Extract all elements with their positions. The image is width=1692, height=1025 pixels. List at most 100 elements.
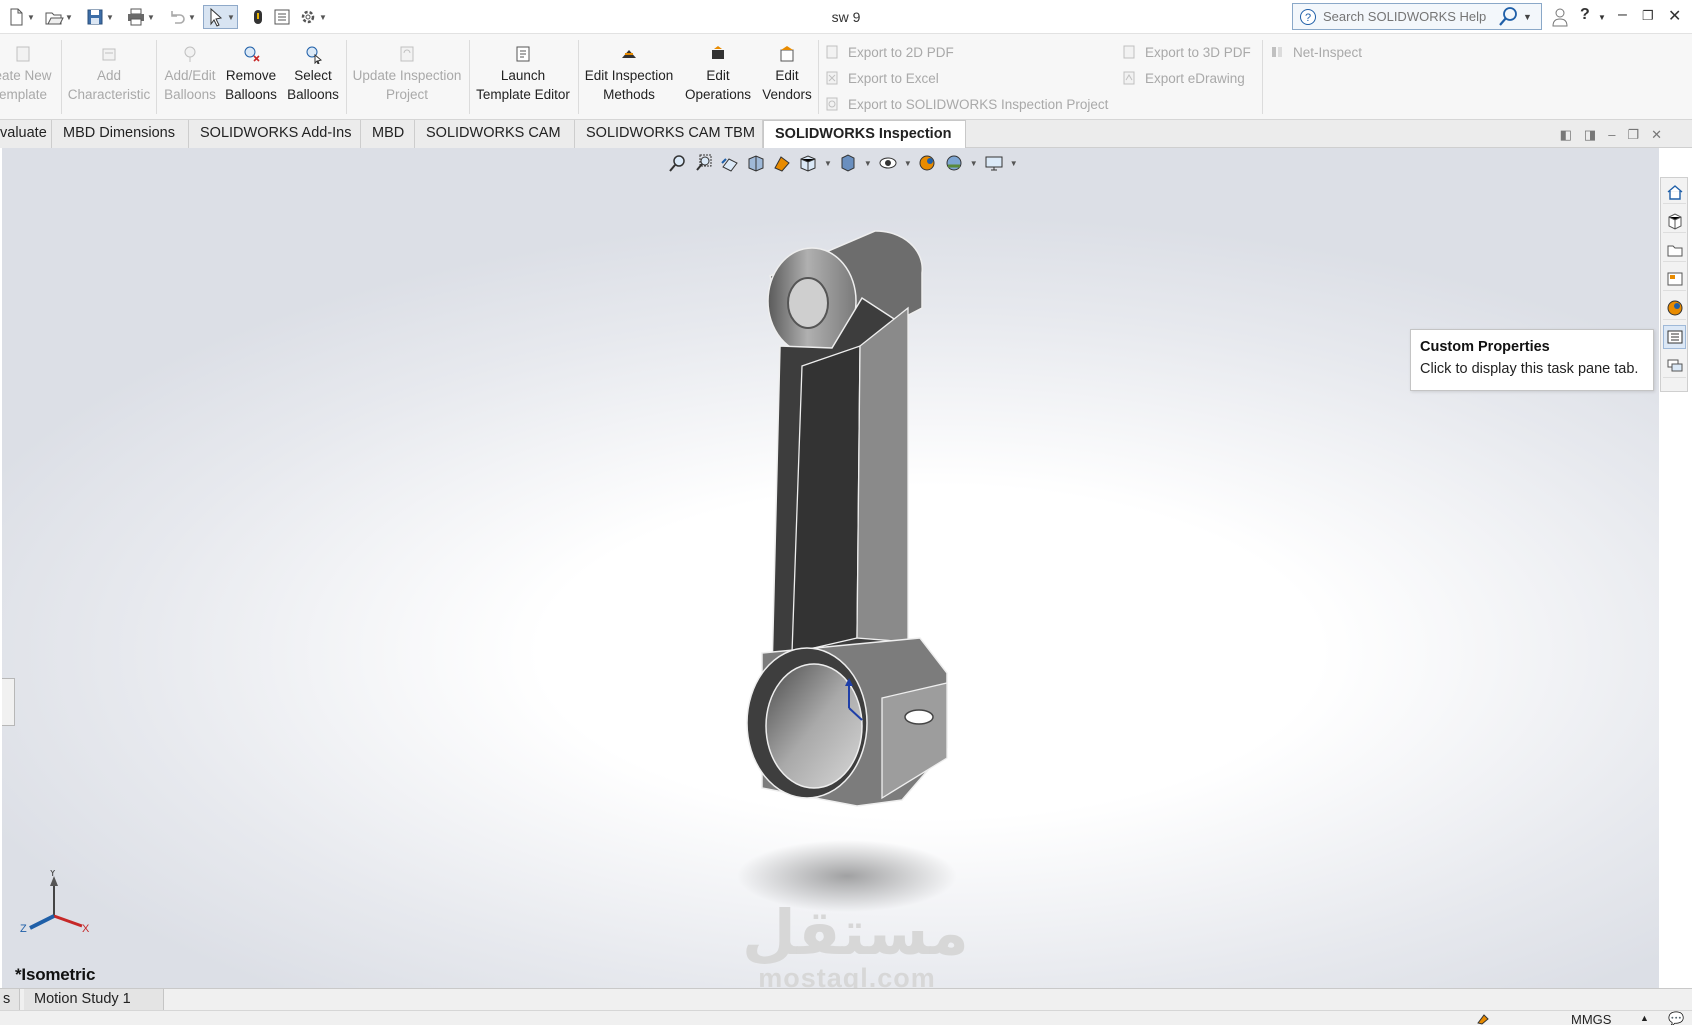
chevron-down-icon[interactable]: ▼: [824, 159, 832, 168]
excel-icon: [826, 71, 838, 85]
edit-appearance-icon[interactable]: [918, 153, 938, 173]
select-balloons-button[interactable]: Select Balloons: [282, 44, 344, 104]
beam-flange: [856, 306, 909, 643]
split-left-icon[interactable]: ◧: [1560, 127, 1572, 143]
net-inspect-button[interactable]: Net-Inspect: [1269, 44, 1362, 60]
balloon-icon: [184, 46, 196, 62]
chevron-down-icon[interactable]: ▼: [1523, 12, 1532, 22]
rebuild-button[interactable]: [248, 6, 268, 28]
user-icon[interactable]: [1552, 7, 1568, 27]
hide-show-items-icon[interactable]: [878, 153, 898, 173]
select-balloon-icon: [306, 46, 323, 64]
close-icon[interactable]: ✕: [1668, 6, 1681, 26]
add-characteristic-button[interactable]: Add Characteristic: [66, 44, 152, 104]
tab-mbd-dimensions[interactable]: MBD Dimensions: [52, 120, 189, 148]
apply-scene-icon[interactable]: [944, 153, 964, 173]
task-pane-tab-view-palette[interactable]: [1663, 267, 1686, 291]
export-sw-inspection-project-button[interactable]: Export to SOLIDWORKS Inspection Project: [824, 96, 1108, 112]
chevron-down-icon[interactable]: ▼: [27, 13, 35, 22]
update-project-icon: [400, 46, 414, 62]
tab-solidworks-add-ins[interactable]: SOLIDWORKS Add-Ins: [189, 120, 361, 148]
export-excel-button[interactable]: Export to Excel: [824, 70, 939, 86]
chevron-up-icon[interactable]: ▲: [1640, 1013, 1649, 1023]
ribbon-divider: [61, 40, 62, 114]
remove-balloons-button[interactable]: Remove Balloons: [220, 44, 282, 104]
tab-solidworks-inspection[interactable]: SOLIDWORKS Inspection: [763, 120, 966, 149]
task-pane-tab-appearances[interactable]: [1663, 296, 1686, 320]
undo-button[interactable]: ▼: [167, 6, 196, 28]
view-orientation-label: *Isometric: [15, 965, 96, 984]
task-pane-tab-forum[interactable]: [1663, 354, 1686, 378]
chevron-down-icon[interactable]: ▼: [319, 13, 327, 22]
minimize-document-icon[interactable]: –: [1608, 127, 1615, 143]
add-edit-balloons-button[interactable]: Add/Edit Balloons: [160, 44, 220, 104]
tab-solidworks-cam-tbm[interactable]: SOLIDWORKS CAM TBM: [575, 120, 763, 148]
bolt-hole: [904, 709, 934, 725]
new-document-button[interactable]: ▼: [6, 6, 35, 28]
task-pane-tab-custom-properties[interactable]: [1663, 325, 1686, 349]
split-right-icon[interactable]: ◨: [1584, 127, 1596, 143]
dynamic-annotation-icon[interactable]: [772, 153, 792, 173]
chevron-down-icon[interactable]: ▼: [1010, 159, 1018, 168]
save-button[interactable]: ▼: [85, 6, 114, 28]
close-document-icon[interactable]: ✕: [1651, 127, 1662, 143]
rebuild-status-icon[interactable]: [1476, 1013, 1490, 1025]
remove-balloon-icon: [244, 46, 260, 62]
task-pane-tab-design-library[interactable]: [1663, 209, 1686, 233]
tab-solidworks-cam[interactable]: SOLIDWORKS CAM: [415, 120, 575, 148]
tab-evaluate[interactable]: valuate: [0, 120, 52, 148]
zoom-to-area-icon[interactable]: [694, 153, 714, 173]
export-2d-pdf-button[interactable]: Export to 2D PDF: [824, 44, 954, 60]
tab-model[interactable]: s: [0, 989, 20, 1010]
graphics-area[interactable]: Y X Z *Isometric مستقل mostaql.com: [2, 148, 1659, 988]
task-pane-tab-file-explorer[interactable]: [1663, 238, 1686, 262]
task-pane: [1660, 177, 1688, 392]
export-edrawing-button[interactable]: Export eDrawing: [1121, 70, 1245, 86]
chevron-down-icon[interactable]: ▼: [864, 159, 872, 168]
tab-motion-study-1[interactable]: Motion Study 1: [24, 989, 164, 1010]
button-label: Update Inspection: [352, 68, 462, 83]
button-label: Balloons: [225, 87, 277, 102]
connecting-rod-model[interactable]: [2, 148, 1659, 988]
launch-template-editor-button[interactable]: Launch Template Editor: [472, 44, 574, 104]
open-button[interactable]: ▼: [44, 6, 73, 28]
zoom-to-fit-icon[interactable]: [668, 153, 688, 173]
tab-mbd[interactable]: MBD: [361, 120, 415, 148]
options-icon: [301, 10, 315, 24]
edit-operations-button[interactable]: Edit Operations: [678, 44, 758, 104]
update-inspection-project-button[interactable]: Update Inspection Project: [350, 44, 464, 104]
export-3d-pdf-button[interactable]: Export to 3D PDF: [1121, 44, 1251, 60]
chevron-down-icon[interactable]: ▼: [147, 13, 155, 22]
view-settings-icon[interactable]: [984, 153, 1004, 173]
file-properties-button[interactable]: [272, 6, 292, 28]
search-input[interactable]: [1323, 9, 1493, 24]
help-icon[interactable]: ?: [1580, 6, 1590, 24]
search-box[interactable]: ? ▼: [1292, 3, 1542, 30]
chevron-down-icon[interactable]: ▼: [106, 13, 114, 22]
restore-document-icon[interactable]: ❐: [1627, 127, 1639, 143]
chevron-down-icon[interactable]: ▼: [188, 13, 196, 22]
chevron-down-icon[interactable]: ▼: [904, 159, 912, 168]
edit-vendors-button[interactable]: Edit Vendors: [758, 44, 816, 104]
minimize-icon[interactable]: –: [1618, 6, 1627, 24]
chevron-down-icon[interactable]: ▼: [1598, 13, 1606, 22]
create-new-template-button[interactable]: eate New emplate: [0, 44, 58, 104]
task-pane-tab-resources[interactable]: [1663, 180, 1686, 204]
previous-view-icon[interactable]: [720, 153, 740, 173]
search-icon[interactable]: [1497, 6, 1519, 28]
view-palette-icon: [1667, 272, 1682, 285]
heads-up-view-toolbar: ▼ ▼ ▼ ▼ ▼: [668, 152, 1018, 174]
edit-inspection-methods-button[interactable]: Edit Inspection Methods: [582, 44, 676, 104]
comments-icon[interactable]: 💬: [1668, 1011, 1684, 1025]
units-indicator[interactable]: MMGS: [1571, 1012, 1611, 1025]
chevron-down-icon[interactable]: ▼: [227, 13, 235, 22]
section-view-icon[interactable]: [746, 153, 766, 173]
print-button[interactable]: ▼: [126, 6, 155, 28]
chevron-down-icon[interactable]: ▼: [970, 159, 978, 168]
view-orientation-icon[interactable]: [798, 153, 818, 173]
display-style-icon[interactable]: [838, 153, 858, 173]
options-button[interactable]: ▼: [298, 6, 327, 28]
select-button[interactable]: ▼: [203, 5, 238, 29]
chevron-down-icon[interactable]: ▼: [65, 13, 73, 22]
restore-icon[interactable]: ❐: [1642, 8, 1654, 24]
